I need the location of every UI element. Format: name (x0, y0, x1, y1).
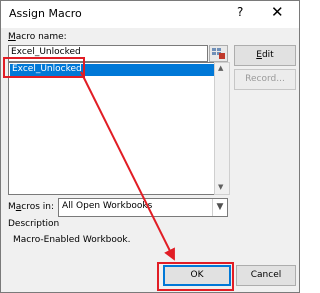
macro-list[interactable]: Excel_Unlocked (8, 62, 216, 195)
macro-name-label: Macro name: (8, 32, 67, 42)
range-picker-icon[interactable] (209, 45, 228, 62)
scroll-down-icon[interactable]: ▼ (218, 183, 223, 191)
help-icon[interactable]: ? (237, 5, 243, 19)
title-bar: Assign Macro ? ✕ (1, 1, 299, 28)
macros-in-select[interactable]: All Open Workbooks ▼ (58, 198, 228, 217)
description-text: Macro-Enabled Workbook. (13, 235, 131, 245)
highlight-ok-button (157, 262, 234, 291)
edit-button[interactable]: Edit (234, 45, 296, 66)
macros-in-value: All Open Workbooks (62, 201, 153, 211)
close-icon[interactable]: ✕ (271, 3, 284, 21)
chevron-down-icon[interactable]: ▼ (212, 199, 227, 216)
highlight-selected-macro (3, 57, 85, 78)
macro-name-value: Excel_Unlocked (11, 47, 81, 57)
cancel-button[interactable]: Cancel (236, 265, 296, 286)
record-button[interactable]: Record... (234, 69, 296, 90)
description-heading: Description (8, 219, 60, 229)
list-scrollbar[interactable]: ▲ ▼ (214, 62, 230, 195)
window-title: Assign Macro (9, 7, 82, 20)
scroll-up-icon[interactable]: ▲ (218, 64, 223, 72)
assign-macro-dialog: Assign Macro ? ✕ Macro name: Excel_Unloc… (0, 0, 300, 293)
macros-in-label: Macros in: (8, 202, 55, 212)
